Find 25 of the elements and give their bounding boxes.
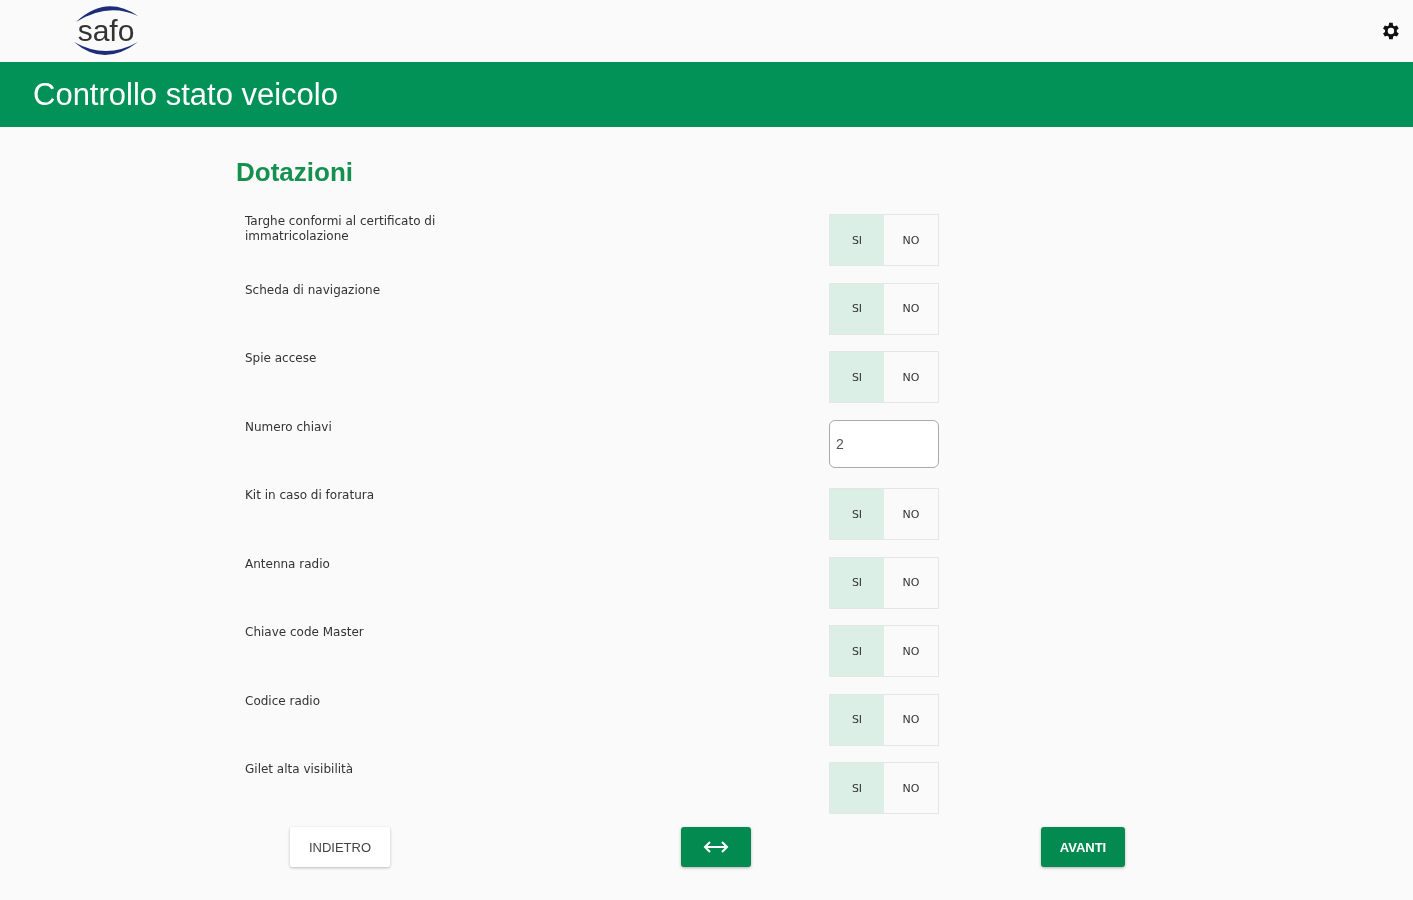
field-label: Spie accese xyxy=(245,351,318,367)
toggle-option[interactable]: SI xyxy=(830,352,884,402)
swap-arrows-icon xyxy=(702,840,729,854)
toggle-option[interactable]: SI xyxy=(830,283,884,334)
next-button[interactable]: AVANTI xyxy=(1041,827,1125,867)
toggle-option[interactable]: SI xyxy=(830,626,884,676)
field-label: Antenna radio xyxy=(245,556,331,573)
back-button[interactable]: INDIETRO xyxy=(290,827,390,867)
field-label: Kit in caso di foratura xyxy=(245,488,376,504)
number-field[interactable]: 2 xyxy=(829,419,939,468)
toggle-option[interactable]: SI xyxy=(830,694,884,745)
field-label: Chiave code Master xyxy=(245,625,365,641)
field-label: Codice radio xyxy=(245,693,322,710)
page-title: Controllo stato veicolo xyxy=(33,76,338,113)
field-label: Numero chiavi xyxy=(245,419,333,436)
section-heading: Dotazioni xyxy=(236,157,354,188)
field-label: Targhe conformi al certificato di immatricolazione xyxy=(245,214,437,245)
toggle-option[interactable]: SI xyxy=(830,489,884,539)
logo: safo xyxy=(68,2,144,60)
toggle-option[interactable]: SI xyxy=(830,763,884,813)
swap-button[interactable] xyxy=(680,827,751,867)
field-label: Gilet alta visibilità xyxy=(245,762,355,778)
field-label: Scheda di navigazione xyxy=(245,282,382,299)
toggle-option[interactable]: SI xyxy=(830,557,884,608)
toggle-option[interactable]: SI xyxy=(830,215,884,265)
